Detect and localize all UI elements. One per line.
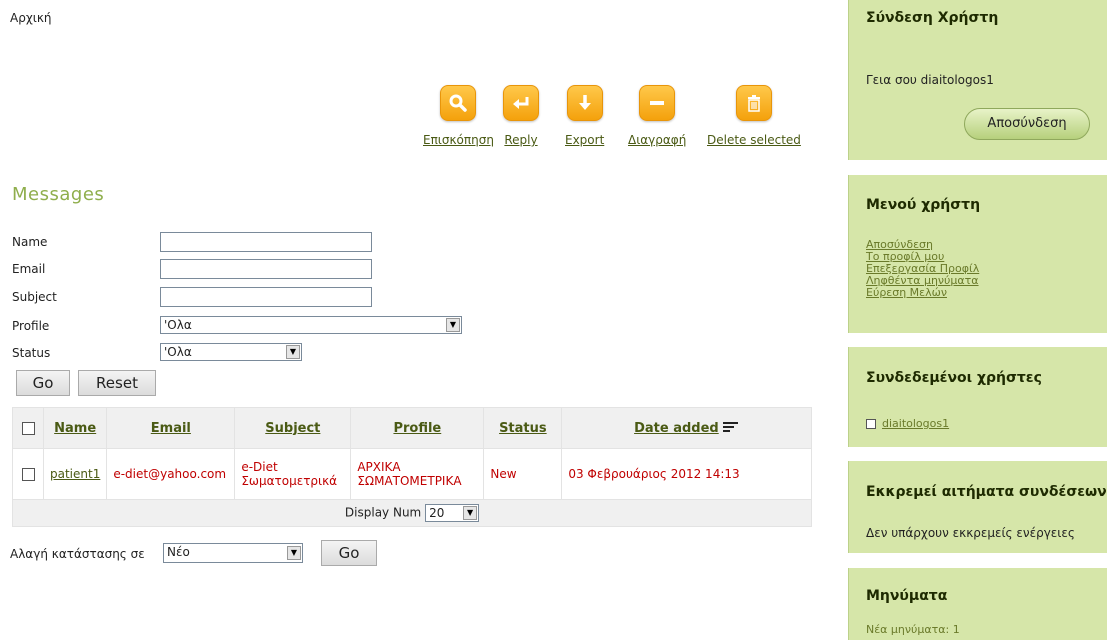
cell-profile: ΑΡΧΙΚΑ ΣΩΜΑΤΟΜΕΤΡΙΚΑ <box>350 448 485 500</box>
column-header-profile[interactable]: Profile <box>350 407 485 449</box>
select-all-cell <box>12 407 44 449</box>
display-num-select[interactable]: 20 ▼ <box>425 504 480 522</box>
greeting-text: Γεια σου diaitologos1 <box>866 73 994 87</box>
email-field[interactable] <box>160 259 372 279</box>
name-field[interactable] <box>160 232 372 252</box>
pending-requests-box: Εκκρεμεί αιτήματα συνδέσεων Δεν υπάρχουν… <box>848 461 1107 553</box>
reply-button[interactable]: Reply <box>503 85 539 147</box>
bulk-status-value: Νέο <box>167 545 190 559</box>
sort-name-link[interactable]: Name <box>54 421 96 436</box>
table-footer-row: Display Num 20 ▼ <box>12 499 812 527</box>
chevron-down-icon: ▼ <box>446 318 460 332</box>
patient-link[interactable]: patient1 <box>50 467 100 481</box>
column-header-date[interactable]: Date added <box>561 407 812 449</box>
sort-email-link[interactable]: Email <box>151 421 191 436</box>
sort-status-link[interactable]: Status <box>499 421 547 436</box>
messages-table: Name Email Subject Profile Status Date a… <box>12 407 812 527</box>
cell-email: e-diet@yahoo.com <box>106 448 236 500</box>
bulk-status-label: Αλαγή κατάστασης σε <box>10 547 145 561</box>
sort-profile-link[interactable]: Profile <box>393 421 441 436</box>
status-select-value: 'Ολα <box>164 345 192 359</box>
delete-selected-button[interactable]: Delete selected <box>707 85 801 147</box>
logout-button[interactable]: Αποσύνδεση <box>964 108 1090 140</box>
table-row: patient1 e-diet@yahoo.com e-Diet Σωματομ… <box>12 448 812 500</box>
cell-status: New <box>483 448 563 500</box>
online-user-item: diaitologos1 <box>866 416 949 430</box>
sort-subject-link[interactable]: Subject <box>265 421 320 436</box>
export-label[interactable]: Export <box>565 133 604 147</box>
profile-select-value: 'Ολα <box>164 318 192 332</box>
reset-button[interactable]: Reset <box>78 370 156 396</box>
cell-date: 03 Φεβρουάριος 2012 14:13 <box>561 448 812 500</box>
search-icon <box>440 85 477 121</box>
preview-button[interactable]: Επισκόπηση <box>423 85 494 147</box>
delete-selected-label[interactable]: Delete selected <box>707 133 801 147</box>
table-header-row: Name Email Subject Profile Status Date a… <box>12 407 812 449</box>
pagination-footer: Display Num 20 ▼ <box>12 499 812 527</box>
minus-icon <box>639 85 676 121</box>
online-user-link[interactable]: diaitologos1 <box>882 417 949 430</box>
select-all-checkbox[interactable] <box>21 421 35 435</box>
profile-select[interactable]: 'Ολα ▼ <box>160 316 462 334</box>
row-select-cell <box>12 448 44 500</box>
pending-requests-title: Εκκρεμεί αιτήματα συνδέσεων <box>866 484 1107 500</box>
profile-label: Profile <box>12 319 50 333</box>
delete-button[interactable]: Διαγραφή <box>628 85 686 147</box>
chevron-down-icon: ▼ <box>286 345 300 359</box>
login-box: Σύνδεση Χρήστη Γεια σου diaitologos1 Απο… <box>848 0 1107 160</box>
login-box-title: Σύνδεση Χρήστη <box>866 10 999 26</box>
status-select[interactable]: 'Ολα ▼ <box>160 343 302 361</box>
online-users-box: Συνδεδεμένοι χρήστες diaitologos1 <box>848 347 1107 447</box>
name-label: Name <box>12 235 48 249</box>
go-button[interactable]: Go <box>16 370 70 396</box>
menu-item-find-members[interactable]: Εύρεση Μελών <box>866 287 979 299</box>
column-header-status[interactable]: Status <box>483 407 563 449</box>
status-label: Status <box>12 346 51 360</box>
user-status-icon <box>866 418 876 429</box>
download-arrow-icon <box>566 85 603 121</box>
subject-field[interactable] <box>160 287 372 307</box>
delete-label[interactable]: Διαγραφή <box>628 133 686 147</box>
column-header-name[interactable]: Name <box>42 407 108 449</box>
user-menu-title: Μενού χρήστη <box>866 197 981 213</box>
bulk-go-button[interactable]: Go <box>321 540 377 566</box>
messages-box-title: Μηνύματα <box>866 588 948 604</box>
new-messages-text: Νέα μηνύματα: 1 <box>866 623 960 636</box>
column-header-subject[interactable]: Subject <box>234 407 352 449</box>
reply-icon <box>503 85 539 121</box>
chevron-down-icon: ▼ <box>287 546 301 560</box>
cell-name: patient1 <box>42 448 108 500</box>
trash-icon <box>735 85 772 121</box>
page-title: Messages <box>12 184 105 205</box>
bulk-status-select[interactable]: Νέο ▼ <box>163 543 303 563</box>
column-header-email[interactable]: Email <box>106 407 236 449</box>
cell-subject: e-Diet Σωματομετρικά <box>234 448 352 500</box>
export-button[interactable]: Export <box>565 85 604 147</box>
chevron-down-icon: ▼ <box>463 506 478 520</box>
breadcrumb[interactable]: Αρχική <box>10 11 52 25</box>
reply-label[interactable]: Reply <box>503 133 539 147</box>
messages-box: Μηνύματα Νέα μηνύματα: 1 <box>848 568 1107 640</box>
email-label: Email <box>12 262 46 276</box>
message-toolbar: Επισκόπηση Reply Export Διαγραφή Delete … <box>0 85 840 155</box>
user-menu-box: Μενού χρήστη Αποσύνδεση Το προφίλ μου Επ… <box>848 175 1107 333</box>
online-users-title: Συνδεδεμένοι χρήστες <box>866 370 1042 386</box>
display-num-label: Display Num <box>344 505 422 520</box>
user-menu-list: Αποσύνδεση Το προφίλ μου Επεξεργασία Προ… <box>866 239 979 299</box>
display-num-value: 20 <box>429 506 445 520</box>
preview-label[interactable]: Επισκόπηση <box>423 133 494 147</box>
subject-label: Subject <box>12 290 57 304</box>
row-checkbox[interactable] <box>21 468 35 481</box>
sort-date-link[interactable]: Date added <box>634 421 719 436</box>
sort-desc-icon <box>723 422 739 432</box>
pending-requests-text: Δεν υπάρχουν εκκρεμείς ενέργειες <box>866 526 1075 540</box>
